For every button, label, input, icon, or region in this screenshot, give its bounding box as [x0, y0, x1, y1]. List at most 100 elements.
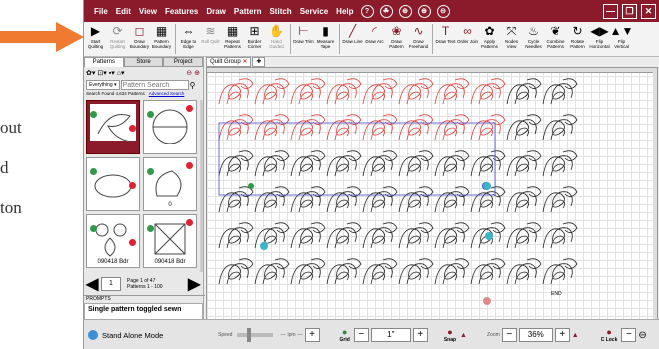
toolbar-restart-quilting-button[interactable]: ⟳ Restart Quilting	[107, 22, 128, 50]
import-icon[interactable]: ⊡▾	[97, 69, 106, 77]
grid-decrease-button[interactable]: −	[353, 328, 369, 342]
toolbar-rotate-pattern-button[interactable]: ↻ Rotate Pattern	[567, 22, 588, 50]
c-lock-toggle[interactable]: ● C Lock	[601, 327, 618, 343]
menu-service[interactable]: Service	[296, 7, 332, 16]
toolbar-draw-freehand-button[interactable]: ∿ Draw Freehand	[408, 22, 429, 50]
snap-up-icon[interactable]: ▲	[460, 332, 467, 339]
tab-quilt-group[interactable]: Quilt Group ✕	[206, 57, 252, 67]
pattern-thumbnail[interactable]: 090418 Bdr	[86, 214, 140, 268]
toolbar-start-quilting-button[interactable]: ▶ Start Quilting	[85, 22, 106, 50]
pattern-search-input[interactable]	[120, 80, 189, 90]
speed-decrease-button[interactable]: —	[280, 332, 285, 338]
tab-project[interactable]: Project	[163, 57, 204, 67]
toolbar-nodes-view-button[interactable]: ⤧ Nodes View	[501, 22, 522, 50]
toolbar-combine-patterns-button[interactable]: ❦ Combine Patterns	[545, 22, 566, 50]
speed-slider[interactable]	[237, 328, 274, 342]
pattern-thumbnail-grid: 0 090418 Bdr 090418 Bdr	[86, 100, 198, 272]
toolbar-draw-boundary-button[interactable]: ◻ Draw Boundary	[129, 22, 150, 50]
pattern-thumbnail-label: 090418 Bdr	[97, 259, 129, 265]
grid-increase-button[interactable]: +	[412, 328, 428, 342]
thumbnail-scrollbar[interactable]	[200, 100, 203, 272]
border-corner-icon: ⊞	[249, 23, 260, 38]
canvas-scrollbar[interactable]	[653, 68, 657, 320]
toolbar-apply-patterns-button[interactable]: ✿ Apply Patterns	[479, 22, 500, 50]
help-icon[interactable]: ?	[360, 4, 374, 18]
zoom-in-icon[interactable]: ⊕	[417, 4, 431, 18]
search-icon[interactable]: ⚲	[190, 81, 196, 90]
filter-dropdown[interactable]: Everything ▾	[86, 80, 120, 90]
menu-pattern[interactable]: Pattern	[230, 7, 266, 16]
menu-features[interactable]: Features	[161, 7, 202, 16]
grid-toggle[interactable]: ● Grid	[340, 327, 350, 343]
back-icon[interactable]: ⊖	[186, 69, 192, 77]
snap-toggle[interactable]: ● Snap	[444, 327, 456, 343]
advanced-search-link[interactable]: Advanced Search	[149, 91, 185, 96]
close-icon[interactable]: ✕	[641, 3, 656, 19]
toolbar-repeat-patterns-button[interactable]: ▦ Repeat Patterns	[222, 22, 243, 50]
speed-increase-button[interactable]: —	[298, 332, 303, 338]
zoom-up-icon[interactable]: ▲	[572, 332, 579, 339]
add-tab-icon[interactable]: ✚	[252, 57, 266, 67]
toolbar-draw-trim-button[interactable]: ⊢ Draw Trim	[293, 22, 314, 45]
toolbar-draw-text-button[interactable]: T Draw Text	[435, 22, 456, 45]
toolbar-flip-vertical-button[interactable]: ▲▼ Flip Vertical	[610, 22, 634, 50]
toolbar-border-corner-button[interactable]: ⊞ Border Corner	[244, 22, 265, 50]
background-text-3: ton	[0, 198, 22, 217]
pattern-thumbnail[interactable]	[86, 100, 140, 154]
save-icon[interactable]: ▪▾	[109, 69, 115, 77]
toolbar-edge-to-edge-button[interactable]: ⇔ Edge to Edge	[178, 22, 199, 50]
toolbar-order-join-button[interactable]: ∞ Order Join	[457, 22, 478, 45]
close-tab-icon[interactable]: ✕	[242, 59, 247, 65]
toolbar-label: Measure Tape	[316, 39, 335, 49]
pattern-thumbnail[interactable]	[86, 157, 140, 211]
tab-patterns[interactable]: Patterns	[84, 57, 124, 67]
quilt-canvas[interactable]: END	[206, 67, 658, 321]
menu-bar: File Edit View Features Draw Pattern Sti…	[84, 0, 659, 22]
tab-store[interactable]: Store	[123, 57, 164, 67]
zoom-out-icon[interactable]: ⊖	[436, 4, 450, 18]
speed-add-button[interactable]: +	[304, 328, 320, 342]
toolbar-label: Combine Patterns	[546, 39, 565, 49]
toolbar-flip-horizontal-button[interactable]: ◀▶ Flip Horizontal	[589, 22, 610, 50]
previous-page-icon[interactable]: ◀	[86, 274, 98, 294]
maximize-icon[interactable]: ❐	[622, 3, 637, 19]
settings-icon[interactable]: ☘	[379, 4, 393, 18]
toolbar-cycle-needles-button[interactable]: ♨ Cycle Needles	[523, 22, 544, 50]
pattern-panel: Patterns Store Project ✿▾ ⊡▾ ▪▾ ⌂▾ ⊖ ⊕ E…	[84, 57, 205, 321]
minimize-icon[interactable]: —	[603, 3, 618, 19]
zoom-decrease-button[interactable]: −	[501, 328, 517, 342]
grid-size-field[interactable]: 1"	[370, 328, 411, 342]
menu-edit[interactable]: Edit	[112, 7, 135, 16]
filter-icon[interactable]: ⌂▾	[117, 69, 125, 77]
pattern-thumbnail[interactable]: 0	[143, 157, 197, 211]
toolbar-measure-tape-button[interactable]: ▮ Measure Tape	[315, 22, 336, 50]
settings-icon[interactable]: ✿▾	[86, 69, 95, 77]
order-join-icon: ∞	[463, 23, 472, 38]
c-lock-minus-button[interactable]: −	[621, 328, 637, 342]
toolbar-draw-pattern-button[interactable]: ❀ Draw Pattern	[386, 22, 407, 50]
arrow-right-icon[interactable]: ⊖	[638, 330, 646, 341]
toolbar-draw-arc-button[interactable]: ◜ Draw Arc	[364, 22, 385, 45]
toolbar-hand-guided-button[interactable]: ✋ Hand Guided	[266, 22, 287, 50]
rotate-pattern-icon: ↻	[572, 23, 583, 38]
menu-draw[interactable]: Draw	[202, 7, 230, 16]
quilt-pattern-drawing[interactable]	[207, 68, 653, 320]
menu-view[interactable]: View	[135, 7, 161, 16]
pattern-thumbnail[interactable]: 090418 Bdr	[143, 214, 197, 268]
pattern-thumbnail[interactable]	[143, 100, 197, 154]
page-number-input[interactable]: 1	[101, 277, 121, 291]
toolbar-roll-quilt-button[interactable]: ≋ Roll Quilt	[200, 22, 221, 45]
menu-help[interactable]: Help	[332, 7, 357, 16]
forward-icon[interactable]: ⊕	[194, 69, 203, 77]
end-pin-icon	[186, 219, 193, 226]
menu-file[interactable]: File	[90, 7, 112, 16]
zoom-level-field[interactable]: 36%	[518, 328, 553, 342]
next-page-icon[interactable]: ▶	[188, 274, 200, 294]
status-bar: Stand Alone Mode Speed — ipm — + ● Grid −…	[84, 319, 659, 349]
menu-stitch[interactable]: Stitch	[265, 7, 295, 16]
target-icon[interactable]: ⊕	[398, 4, 412, 18]
toolbar-draw-line-button[interactable]: ╱ Draw Line	[342, 22, 363, 45]
toolbar-pattern-boundary-button[interactable]: ▦ Pattern Boundary	[151, 22, 172, 50]
toolbar-label: Flip Horizontal	[589, 39, 610, 49]
zoom-increase-button[interactable]: +	[554, 328, 570, 342]
